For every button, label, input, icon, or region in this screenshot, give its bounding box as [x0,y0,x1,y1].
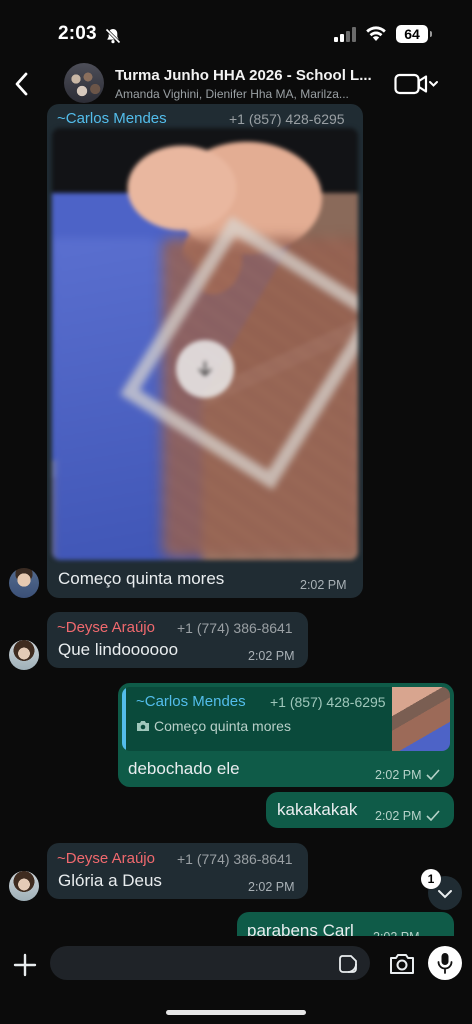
unread-badge: 1 [421,869,441,889]
composer-bar [0,936,472,1024]
message-time: 2:02 PM [300,578,347,592]
sender-name[interactable]: ~Deyse Araújo [57,619,155,636]
bell-slash-icon [104,27,122,45]
signal-icon [334,27,356,42]
message-input[interactable] [64,946,324,980]
status-bar: 2:03 64 [0,0,472,60]
camera-icon [137,721,149,731]
avatar[interactable] [9,640,39,670]
battery-indicator: 64 [396,25,432,43]
sender-phone: +1 (774) 386-8641 [177,620,293,636]
group-members[interactable]: Amanda Vighini, Dienifer Hha MA, Marilza… [115,87,383,101]
plus-icon[interactable] [10,950,40,980]
group-avatar[interactable] [64,63,104,103]
wifi-icon [366,26,386,41]
message-time: 2:02 PM [375,768,422,782]
message-text: kakakakak [277,800,358,819]
microphone-icon [437,953,453,974]
camera-icon[interactable] [388,950,416,978]
quote-thumbnail [392,687,450,751]
sticker-icon[interactable] [336,952,360,976]
message-input-container[interactable] [50,946,370,980]
avatar[interactable] [9,871,39,901]
checkmark-icon [426,769,440,780]
message-text: Glória a Deus [58,871,162,890]
checkmark-icon [426,810,440,821]
message-time: 2:02 PM [248,649,295,663]
download-button[interactable] [176,340,234,398]
status-time: 2:03 [58,23,97,44]
home-indicator [166,1010,306,1015]
message-text: debochado ele [128,759,240,778]
sender-phone: +1 (774) 386-8641 [177,851,293,867]
image-caption: Começo quinta mores [58,569,225,588]
text-message[interactable]: ~Deyse Araújo +1 (774) 386-8641 Glória a… [47,843,308,899]
message-time: 2:02 PM [248,880,295,894]
quote-sender: ~Carlos Mendes [136,693,246,710]
download-icon [198,361,212,376]
reply-message[interactable]: ~Carlos Mendes +1 (857) 428-6295 Começo … [118,683,454,787]
back-icon[interactable] [10,69,34,99]
sender-name[interactable]: ~Deyse Araújo [57,850,155,867]
group-title[interactable]: Turma Junho HHA 2026 - School L... [115,67,383,84]
chat-header: Turma Junho HHA 2026 - School L... Amand… [0,60,472,110]
media-image[interactable] [52,128,358,560]
sender-phone: +1 (857) 428-6295 [229,111,345,127]
quote-phone: +1 (857) 428-6295 [270,694,386,710]
text-message[interactable]: kakakakak 2:02 PM [266,792,454,828]
video-camera-icon[interactable] [394,70,440,98]
quoted-message[interactable]: ~Carlos Mendes +1 (857) 428-6295 Começo … [122,687,450,751]
message-time: 2:02 PM [375,809,422,823]
quote-text: Começo quinta mores [154,718,291,734]
message-text: Que lindoooooo [58,640,179,659]
text-message[interactable]: ~Deyse Araújo +1 (774) 386-8641 Que lind… [47,612,308,668]
image-message[interactable]: ~Carlos Mendes +1 (857) 428-6295 Começo … [47,104,363,598]
microphone-button[interactable] [428,946,462,980]
sender-name[interactable]: ~Carlos Mendes [57,110,167,127]
avatar[interactable] [9,568,39,598]
chevron-down-icon [438,890,452,899]
